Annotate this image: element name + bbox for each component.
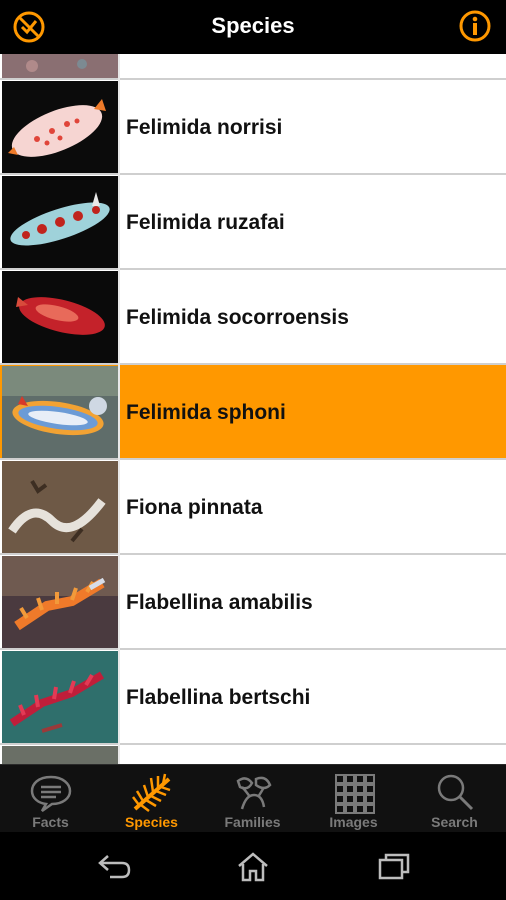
row-divider xyxy=(118,270,120,365)
row-divider xyxy=(118,555,120,650)
species-thumbnail xyxy=(2,461,118,553)
family-tree-icon xyxy=(230,771,276,815)
tab-label: Families xyxy=(224,814,281,830)
tab-label: Images xyxy=(329,814,378,830)
row-divider xyxy=(118,365,120,460)
species-thumbnail xyxy=(2,651,118,743)
row-divider xyxy=(118,745,120,764)
list-item-partial-top[interactable] xyxy=(0,54,506,80)
tab-label: Species xyxy=(125,814,178,830)
species-thumbnail xyxy=(2,556,118,648)
system-nav-bar xyxy=(0,832,506,900)
list-item[interactable]: Fiona pinnata xyxy=(0,460,506,555)
info-icon[interactable] xyxy=(458,9,492,43)
species-list[interactable]: Felimida norrisi Felimida ruzafai Felimi… xyxy=(0,54,506,764)
tab-search[interactable]: Search xyxy=(404,765,505,833)
species-name: Felimida sphoni xyxy=(126,401,286,424)
species-name: Flabellina bertschi xyxy=(126,686,311,709)
species-name: Felimida socorroensis xyxy=(126,306,349,329)
species-name: Felimida ruzafai xyxy=(126,211,285,234)
tab-facts[interactable]: Facts xyxy=(0,765,101,833)
home-icon[interactable] xyxy=(233,850,273,884)
tab-images[interactable]: Images xyxy=(303,765,404,833)
row-divider xyxy=(118,54,120,80)
tab-label: Facts xyxy=(32,814,69,830)
species-name: Flabellina amabilis xyxy=(126,591,313,614)
list-item[interactable]: Felimida ruzafai xyxy=(0,175,506,270)
tab-species[interactable]: Species xyxy=(101,765,202,833)
grid-icon xyxy=(331,771,377,815)
row-divider xyxy=(118,80,120,175)
species-thumbnail xyxy=(2,366,118,458)
back-icon[interactable] xyxy=(94,850,134,884)
recent-apps-icon[interactable] xyxy=(374,850,414,884)
search-icon xyxy=(432,771,478,815)
row-divider xyxy=(118,650,120,745)
list-item-selected[interactable]: Felimida sphoni xyxy=(0,365,506,460)
speech-bubble-icon xyxy=(28,771,74,815)
list-item-partial-bottom[interactable] xyxy=(0,745,506,764)
list-item[interactable]: Flabellina amabilis xyxy=(0,555,506,650)
species-thumbnail xyxy=(2,81,118,173)
tab-families[interactable]: Families xyxy=(202,765,303,833)
species-thumbnail xyxy=(2,746,118,764)
row-divider xyxy=(118,460,120,555)
species-thumbnail xyxy=(2,54,118,78)
page-title: Species xyxy=(211,13,295,38)
species-thumbnail xyxy=(2,271,118,363)
tab-bar: Facts Species Families Images Search xyxy=(0,764,506,832)
tab-label: Search xyxy=(431,814,478,830)
species-name: Felimida norrisi xyxy=(126,116,283,139)
list-item[interactable]: Felimida socorroensis xyxy=(0,270,506,365)
list-item[interactable]: Felimida norrisi xyxy=(0,80,506,175)
nudibranch-icon xyxy=(129,771,175,815)
row-divider xyxy=(118,175,120,270)
species-thumbnail xyxy=(2,176,118,268)
species-name: Fiona pinnata xyxy=(126,496,263,519)
list-item[interactable]: Flabellina bertschi xyxy=(0,650,506,745)
top-bar: Species xyxy=(0,0,506,54)
